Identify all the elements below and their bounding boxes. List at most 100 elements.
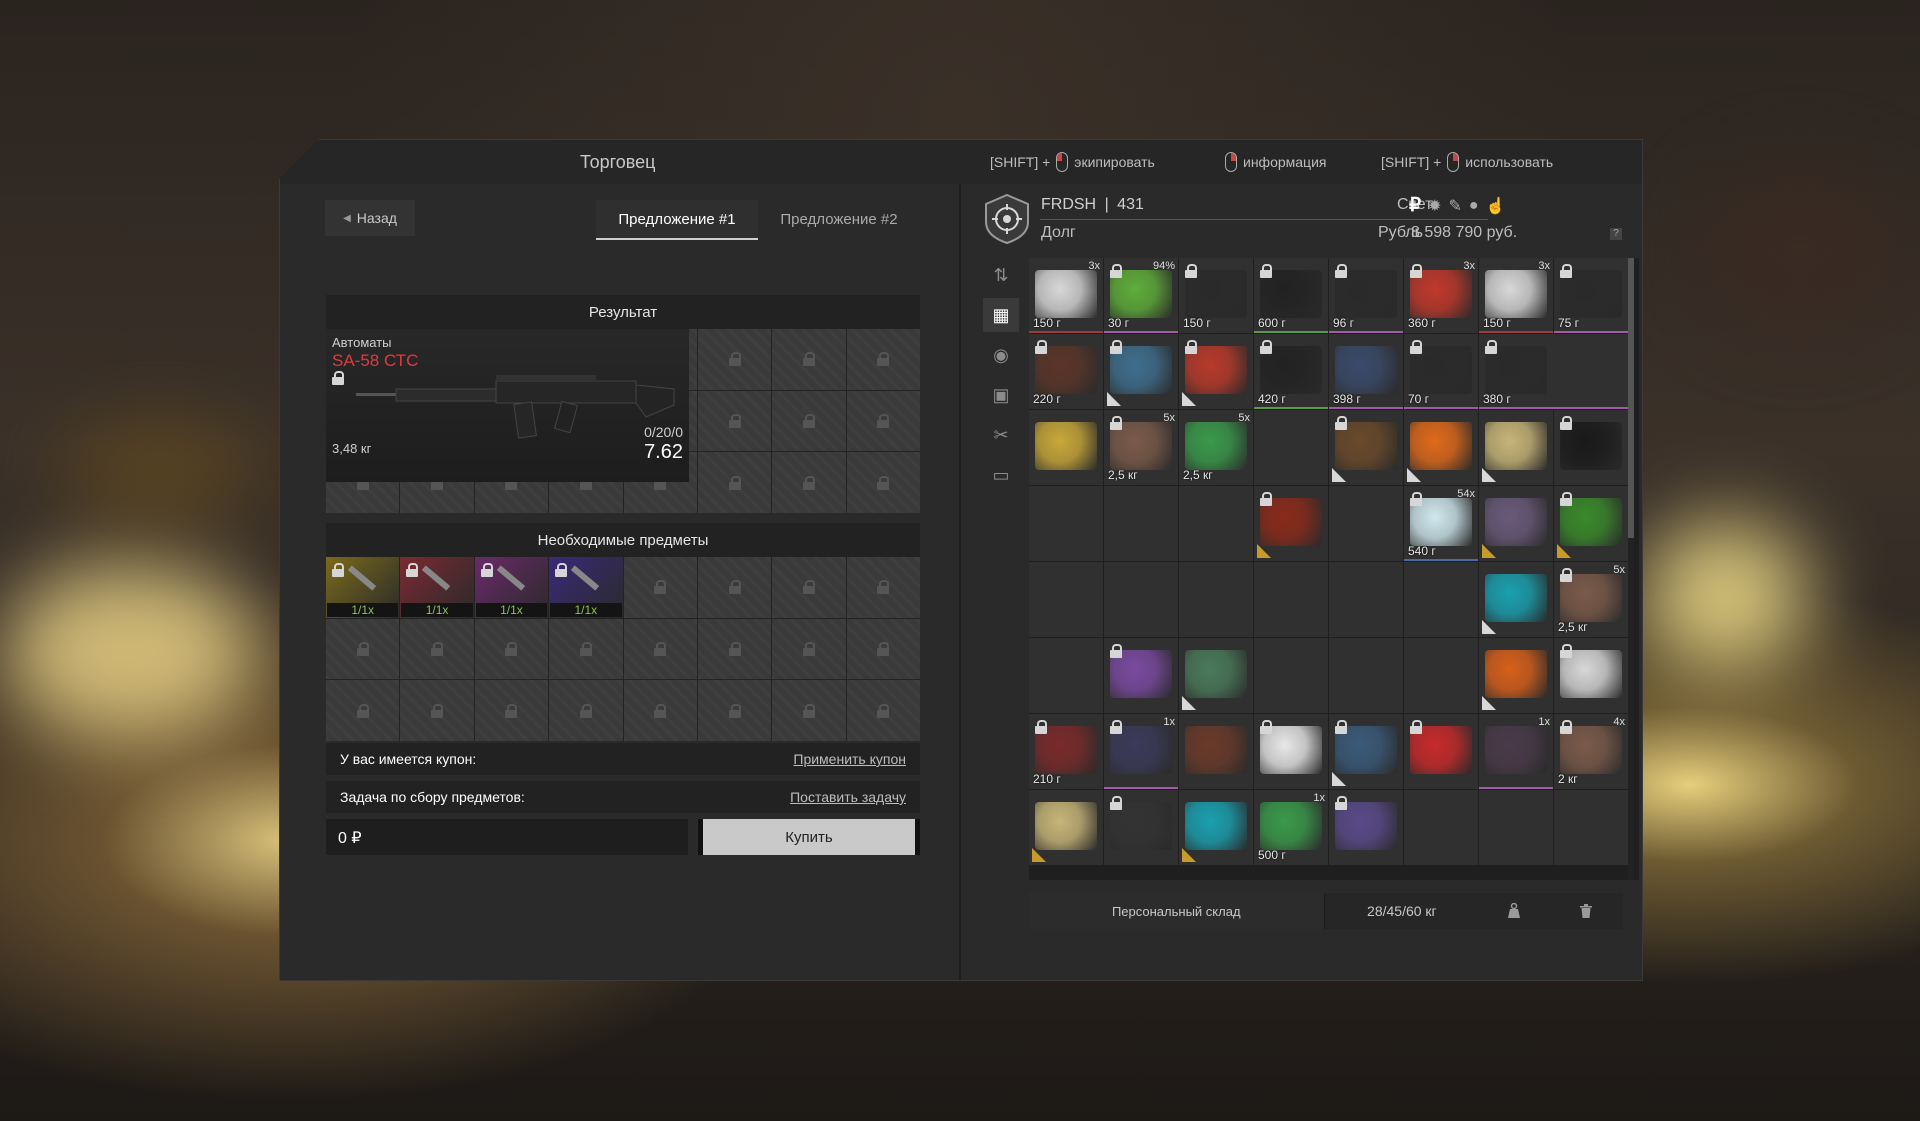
help-icon[interactable]: ?	[1610, 228, 1622, 240]
inventory-item[interactable]	[1479, 410, 1553, 485]
required-item-slot[interactable]: 1/1x	[549, 557, 623, 618]
grenade-filter-icon[interactable]: ◉	[983, 338, 1019, 372]
inventory-item[interactable]: 3x 150 г	[1479, 258, 1553, 333]
item-count: 3x	[1463, 260, 1475, 272]
inventory-item[interactable]: 75 г	[1554, 258, 1628, 333]
lock-icon	[480, 563, 493, 577]
inventory-item[interactable]	[1554, 410, 1628, 485]
required-slot	[697, 618, 772, 680]
box-filter-icon[interactable]: ▭	[983, 458, 1019, 492]
inventory-item[interactable]: 220 г	[1029, 334, 1103, 409]
lock-icon	[1410, 264, 1422, 278]
inventory-item[interactable]	[1554, 486, 1628, 561]
inventory-item[interactable]: 96 г	[1329, 258, 1403, 333]
required-item-slot[interactable]: 1/1x	[474, 557, 549, 618]
camera-filter-icon[interactable]: ▣	[983, 378, 1019, 412]
inventory-item[interactable]: 94% 30 г	[1104, 258, 1178, 333]
inventory-item[interactable]	[1404, 714, 1478, 789]
inventory-item[interactable]	[1329, 410, 1403, 485]
inventory-item[interactable]	[1104, 334, 1178, 409]
inventory-item[interactable]: 5x 2,5 кг	[1554, 562, 1628, 637]
inventory-item[interactable]: 3x 150 г	[1029, 258, 1103, 333]
lock-icon	[728, 580, 741, 595]
inventory-item[interactable]: 1x	[1104, 714, 1178, 789]
inventory-item[interactable]: 600 г	[1254, 258, 1328, 333]
tab-offer-1[interactable]: Предложение #1	[596, 200, 758, 240]
sort-icon[interactable]: ⇅	[983, 258, 1019, 292]
inventory-item[interactable]: 5x 2,5 кг	[1104, 410, 1178, 485]
item-weight: 600 г	[1258, 316, 1286, 330]
trash-icon[interactable]	[1549, 893, 1623, 929]
inventory-item[interactable]	[1254, 486, 1328, 561]
inventory-item[interactable]	[1329, 714, 1403, 789]
buy-button[interactable]: Купить	[698, 819, 920, 855]
inventory-item[interactable]: 5x 2,5 кг	[1179, 410, 1253, 485]
required-slot	[623, 618, 697, 680]
inventory-item[interactable]: 210 г	[1029, 714, 1103, 789]
inventory-item[interactable]: 4x 2 кг	[1554, 714, 1628, 789]
tools-filter-icon[interactable]: ✂	[983, 418, 1019, 452]
weapon-card[interactable]: Автоматы SA-58 СТС 3,48 кг 0/20/0 7.62	[326, 329, 689, 482]
result-slot	[697, 390, 772, 452]
required-item-slot[interactable]: 1/1x	[326, 557, 400, 618]
thumb-currency-icon[interactable]: ☝	[1486, 196, 1506, 216]
item-weight: 210 г	[1033, 772, 1061, 786]
inventory-item[interactable]	[1479, 562, 1553, 637]
inventory-item[interactable]: 54x 540 г	[1404, 486, 1478, 561]
coin-currency-icon[interactable]: ●	[1469, 197, 1479, 215]
inventory-item[interactable]: 420 г	[1254, 334, 1328, 409]
inventory-item[interactable]	[1179, 790, 1253, 865]
lock-icon	[877, 703, 890, 718]
item-weight: 150 г	[1483, 316, 1511, 330]
required-slot	[772, 618, 846, 680]
tab-offer-2[interactable]: Предложение #2	[758, 200, 920, 238]
inventory-item[interactable]	[1179, 638, 1253, 713]
lock-icon	[877, 580, 890, 595]
required-item-slot[interactable]: 1/1x	[400, 557, 474, 618]
lock-icon	[728, 413, 741, 428]
inventory-scrollbar[interactable]	[1628, 258, 1634, 880]
inventory-item[interactable]	[1104, 790, 1178, 865]
inventory-item[interactable]	[1479, 638, 1553, 713]
window-title: Торговец	[580, 152, 656, 172]
inventory-item[interactable]	[1179, 334, 1253, 409]
inventory-item[interactable]: 1x	[1479, 714, 1553, 789]
set-task-link[interactable]: Поставить задачу	[790, 789, 906, 805]
required-slot	[326, 680, 400, 741]
item-weight: 2,5 кг	[1183, 468, 1213, 482]
back-button[interactable]: ◀ Назад	[325, 200, 415, 236]
inventory-slot-empty	[1329, 638, 1403, 713]
inventory-item[interactable]	[1329, 790, 1403, 865]
inventory-item[interactable]: 398 г	[1329, 334, 1403, 409]
inventory-item[interactable]: 70 г	[1404, 334, 1478, 409]
lock-icon	[654, 703, 667, 718]
inventory-item[interactable]: 3x 360 г	[1404, 258, 1478, 333]
inventory-item[interactable]: 1x 500 г	[1254, 790, 1328, 865]
inventory-item[interactable]: 380 г	[1479, 334, 1628, 409]
inventory-slot-empty	[1329, 562, 1403, 637]
required-slot	[474, 618, 549, 680]
required-slot	[772, 557, 846, 618]
lock-icon	[877, 413, 890, 428]
inventory-item[interactable]	[1254, 714, 1328, 789]
inventory-item[interactable]	[1179, 714, 1253, 789]
result-slot	[772, 452, 846, 513]
inventory-item[interactable]	[1404, 410, 1478, 485]
inventory-item[interactable]	[1104, 638, 1178, 713]
apply-coupon-link[interactable]: Применить купон	[793, 751, 906, 767]
inventory-item[interactable]	[1554, 638, 1628, 713]
ruble-icon[interactable]: ₽	[1409, 194, 1421, 217]
item-grade-corner	[1032, 848, 1046, 862]
inventory-item[interactable]: 150 г	[1179, 258, 1253, 333]
inventory-item[interactable]	[1029, 410, 1103, 485]
grid-view-icon[interactable]: ▦	[983, 298, 1019, 332]
item-count: 3x	[1088, 260, 1100, 272]
inventory-item[interactable]	[1029, 790, 1103, 865]
mouse-right-icon	[1225, 152, 1237, 172]
gear-currency-icon[interactable]: ✹	[1428, 196, 1441, 216]
inventory-item[interactable]	[1479, 486, 1553, 561]
personal-storage-button[interactable]: Персональный склад	[1029, 893, 1325, 929]
item-weight: 2,5 кг	[1558, 620, 1588, 634]
weapon-caliber: 7.62	[644, 441, 683, 463]
feather-currency-icon[interactable]: ✎	[1449, 196, 1462, 216]
